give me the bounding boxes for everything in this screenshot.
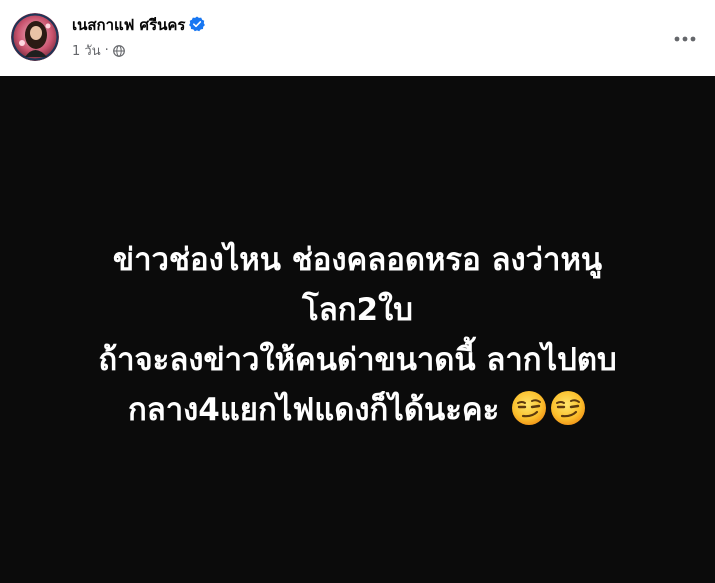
- post-text-line: ถ้าจะลงข่าวให้คนด่าขนาดนี้ ลากไปตบ: [98, 342, 617, 378]
- facebook-post: เนสกาแฟ ศรีนคร 1 วัน · ข่าวช่องไหน ช่องค…: [0, 0, 715, 583]
- post-text-line-text: กลาง4แยกไฟแดงก็ได้นะคะ: [127, 392, 500, 428]
- meta-separator: ·: [104, 43, 109, 58]
- post-text-line-last: กลาง4แยกไฟแดงก็ได้นะคะ: [20, 385, 695, 435]
- smirking-face-emoji: [510, 389, 548, 427]
- author-name-text[interactable]: เนสกาแฟ ศรีนคร: [72, 16, 185, 34]
- post-text-background: ข่าวช่องไหน ช่องคลอดหรอ ลงว่าหนู โลก2ใบ …: [0, 76, 715, 583]
- smirking-face-emoji: [549, 389, 587, 427]
- author-name[interactable]: เนสกาแฟ ศรีนคร: [72, 13, 206, 37]
- post-meta: 1 วัน ·: [72, 40, 125, 61]
- post-text-line: ข่าวช่องไหน ช่องคลอดหรอ ลงว่าหนู: [112, 242, 603, 278]
- author-avatar[interactable]: [11, 13, 59, 61]
- post-header: เนสกาแฟ ศรีนคร 1 วัน ·: [0, 0, 715, 76]
- post-timestamp[interactable]: 1 วัน: [72, 40, 101, 61]
- more-options-icon: [674, 27, 696, 46]
- globe-icon[interactable]: [112, 44, 125, 57]
- post-text-line: โลก2ใบ: [302, 292, 413, 328]
- verified-badge-icon: [189, 16, 206, 32]
- post-text: ข่าวช่องไหน ช่องคลอดหรอ ลงว่าหนู โลก2ใบ …: [20, 235, 695, 435]
- more-options-button[interactable]: [665, 16, 705, 56]
